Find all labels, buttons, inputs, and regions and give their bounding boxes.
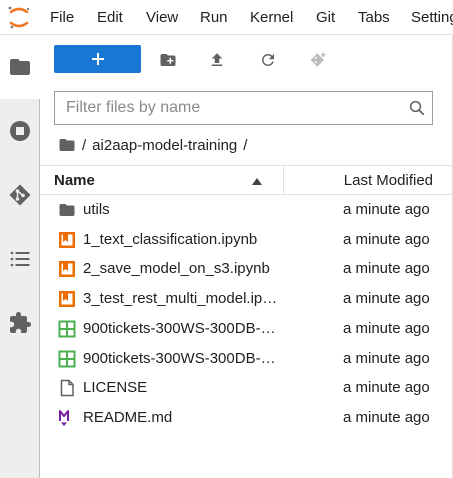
notebook-icon <box>59 261 75 277</box>
folder-icon <box>10 59 30 75</box>
list-item[interactable]: LICENSE a minute ago <box>40 373 453 403</box>
file-name: utils <box>83 201 110 218</box>
file-name: 1_text_classification.ipynb <box>83 231 258 248</box>
breadcrumb-separator: / <box>243 136 248 154</box>
menu-kernel[interactable]: Kernel <box>250 9 293 26</box>
file-modified: a minute ago <box>343 231 430 248</box>
list-item[interactable]: 900tickets-300WS-300DB-300ITSM.csv a min… <box>40 344 453 374</box>
file-name: README.md <box>83 409 173 426</box>
file-modified: a minute ago <box>343 290 430 307</box>
new-launcher-button[interactable] <box>54 45 141 73</box>
sidebar-tab-extensions[interactable] <box>0 291 39 355</box>
file-name: 2_save_model_on_s3.ipynb <box>83 260 270 277</box>
breadcrumb: / ai2aap-model-training / <box>58 135 253 155</box>
sidebar-tab-file-browser[interactable] <box>0 35 40 99</box>
puzzle-icon <box>9 312 31 333</box>
file-modified: a minute ago <box>343 201 430 218</box>
file-modified: a minute ago <box>343 320 430 337</box>
column-header-name[interactable]: Name <box>54 172 95 189</box>
file-name: 3_test_rest_multi_model.ipynb <box>83 290 279 307</box>
list-icon <box>10 251 29 267</box>
left-sidebar <box>0 35 40 478</box>
menu-bar: File Edit View Run Kernel Git Tabs Setti… <box>0 0 453 35</box>
folder-icon[interactable] <box>58 136 76 154</box>
file-list-header: Name Last Modified <box>40 165 453 195</box>
list-item[interactable]: 900tickets-300WS-300DB-300ITSM.csv a min… <box>40 314 453 344</box>
file-modified: a minute ago <box>343 260 430 277</box>
sidebar-tab-git[interactable] <box>0 163 39 227</box>
menu-tabs[interactable]: Tabs <box>358 9 390 26</box>
sort-ascending-icon <box>252 178 262 185</box>
column-header-last-modified[interactable]: Last Modified <box>344 172 433 189</box>
new-folder-button[interactable] <box>155 47 181 73</box>
sidebar-tab-toc[interactable] <box>0 227 39 291</box>
file-browser-panel: / ai2aap-model-training / Name Last Modi… <box>40 35 453 478</box>
refresh-icon <box>261 53 274 66</box>
list-item[interactable]: README.md a minute ago <box>40 403 453 433</box>
menu-settings[interactable]: Settings <box>411 9 453 26</box>
file-modified: a minute ago <box>343 409 430 426</box>
notebook-icon <box>59 291 75 307</box>
jupyter-logo[interactable] <box>7 5 31 30</box>
git-clone-icon <box>310 52 326 67</box>
search-icon <box>409 100 425 116</box>
file-browser-toolbar <box>40 45 453 75</box>
file-name: 900tickets-300WS-300DB-300ITSM.csv <box>83 320 279 337</box>
list-item[interactable]: 3_test_rest_multi_model.ipynb a minute a… <box>40 284 453 314</box>
file-name: LICENSE <box>83 379 148 396</box>
git-icon <box>9 184 30 206</box>
breadcrumb-separator: / <box>82 136 87 154</box>
menu-file[interactable]: File <box>50 9 74 26</box>
git-clone-button[interactable] <box>305 47 331 73</box>
file-icon <box>60 379 74 397</box>
list-item[interactable]: utils a minute ago <box>40 195 453 225</box>
markdown-icon <box>59 410 69 426</box>
menu-edit[interactable]: Edit <box>97 9 123 26</box>
plus-icon <box>91 53 104 65</box>
upload-button[interactable] <box>204 47 230 73</box>
file-modified: a minute ago <box>343 350 430 367</box>
folder-icon <box>59 204 75 216</box>
menu-git[interactable]: Git <box>316 9 335 26</box>
menu-view[interactable]: View <box>146 9 178 26</box>
upload-icon <box>211 53 223 66</box>
spreadsheet-icon <box>58 350 76 368</box>
breadcrumb-folder[interactable]: ai2aap-model-training <box>92 137 237 154</box>
filter-files-input[interactable] <box>55 92 395 124</box>
menu-run[interactable]: Run <box>200 9 228 26</box>
list-item[interactable]: 2_save_model_on_s3.ipynb a minute ago <box>40 254 453 284</box>
notebook-icon <box>59 232 75 248</box>
stop-circle-icon <box>9 121 30 141</box>
file-name: 900tickets-300WS-300DB-300ITSM.csv <box>83 350 279 367</box>
new-folder-icon <box>160 54 176 66</box>
spreadsheet-icon <box>58 320 76 338</box>
column-divider[interactable] <box>283 166 284 194</box>
refresh-button[interactable] <box>255 47 281 73</box>
sidebar-tab-running[interactable] <box>0 99 39 163</box>
filter-box <box>54 91 433 125</box>
file-modified: a minute ago <box>343 379 430 396</box>
list-item[interactable]: 1_text_classification.ipynb a minute ago <box>40 225 453 255</box>
